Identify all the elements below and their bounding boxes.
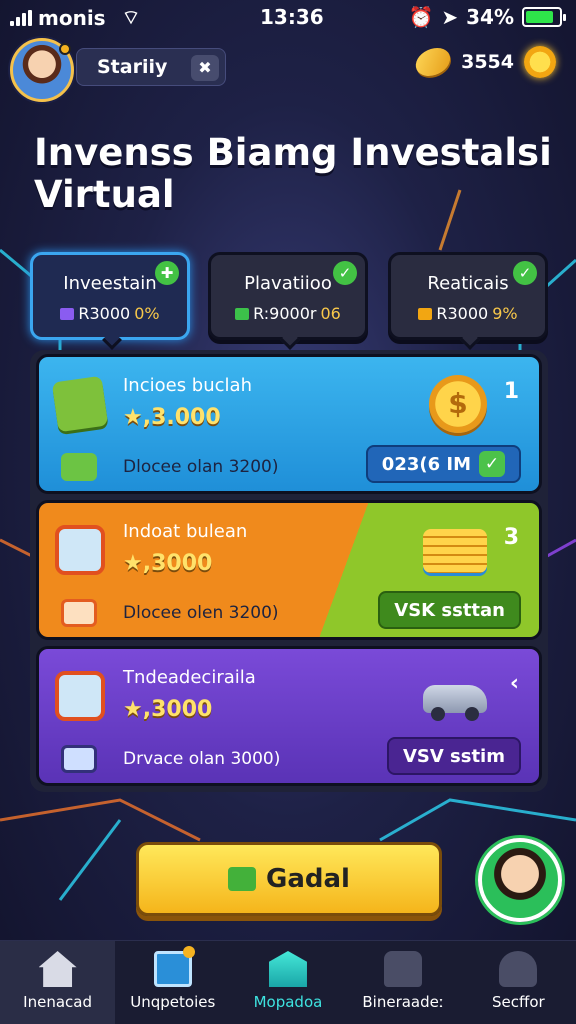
card-name: Indoat bulean <box>123 521 248 542</box>
gadal-button[interactable]: Gadal <box>136 842 442 916</box>
card-rank: 1 <box>503 379 519 404</box>
investment-card[interactable]: Indoat bulean ★,3000 Dlocee olen 3200) 3… <box>36 500 542 640</box>
battery-fill <box>526 11 554 23</box>
card-rank: 3 <box>503 525 519 550</box>
card-action-button[interactable]: VSV sstim <box>386 737 521 775</box>
tab-mini-icon <box>60 307 75 320</box>
watch-icon <box>55 671 105 721</box>
assistant-avatar[interactable] <box>478 838 562 922</box>
battery-percent: 34% <box>466 5 514 29</box>
action-label: 023(6 IM <box>381 453 471 475</box>
wifi-icon: ⌔ <box>121 5 141 29</box>
card-description: Dlocee olan 3200) <box>123 457 279 477</box>
tab-pointer <box>280 330 300 350</box>
tab-reaticais[interactable]: ✓ Reaticais R3000 9% <box>388 252 548 350</box>
nav-label: Unqpetoies <box>130 993 216 1011</box>
close-icon[interactable]: ✖ <box>191 55 219 81</box>
tab-percent: 9% <box>492 304 518 323</box>
card-rating: ★,3.000 <box>123 405 221 430</box>
page-title: Invenss Biamg Investalsi Virtual <box>34 131 552 216</box>
tab-mini-icon <box>235 307 250 320</box>
card-description: Drvace olan 3000) <box>123 749 281 769</box>
coin-count: 3554 <box>461 51 514 73</box>
user-icon <box>499 951 538 987</box>
avatar[interactable] <box>10 38 74 102</box>
check-badge-icon: ✓ <box>333 261 357 285</box>
username-pill[interactable]: Stariiy ✖ <box>76 48 226 86</box>
profile-header: Stariiy ✖ 3554 <box>10 38 566 102</box>
tab-value: R3000 9% <box>391 304 545 323</box>
alarm-icon: ⏰ <box>408 5 434 29</box>
location-icon: ➤ <box>441 5 459 29</box>
tab-pointer <box>460 330 480 350</box>
tab-value: R3000 0% <box>33 304 187 323</box>
nav-item-profile[interactable]: Secffor <box>461 941 576 1024</box>
coin-balance[interactable]: 3554 <box>411 42 556 82</box>
hub-icon <box>268 951 307 987</box>
nav-label: Mopadoa <box>253 993 323 1011</box>
tab-value: R:9000r 06 <box>211 304 365 323</box>
status-right: ⏰ ➤ 34% <box>408 5 566 29</box>
nav-item-lock[interactable]: Bineraadeː <box>346 941 461 1024</box>
notification-dot <box>182 946 195 958</box>
status-bar: monis ⌔ 13:36 ⏰ ➤ 34% <box>0 0 576 32</box>
category-tabs: ✚ Inveestain R3000 0% ✓ Plavatiioo R:9000… <box>30 252 550 350</box>
plus-badge-icon: ✚ <box>155 261 179 285</box>
sun-badge-icon[interactable] <box>524 46 556 78</box>
investment-card[interactable]: Tndeadeciraila ★,3000 Drvace olan 3000) … <box>36 646 542 786</box>
username: Stariiy <box>97 56 168 78</box>
carrier-name: monis <box>38 5 106 30</box>
coin-icon <box>411 42 455 82</box>
tab-amount: R:9000r <box>253 304 317 323</box>
card-name: Incioes buclah <box>123 375 252 396</box>
tab-percent: 0% <box>134 304 160 323</box>
notification-dot <box>59 43 71 55</box>
cta-label: Gadal <box>266 864 350 894</box>
coin-stack-icon <box>423 529 487 573</box>
check-badge-icon: ✓ <box>513 261 537 285</box>
ticket-icon <box>61 599 97 627</box>
carrier-group: monis ⌔ <box>10 5 140 30</box>
nav-item-hub[interactable]: Mopadoa <box>230 941 345 1024</box>
card-action-button[interactable]: VSK ssttan <box>378 591 521 629</box>
investment-card[interactable]: Incioes buclah ★,3.000 Dlocee olan 3200)… <box>36 354 542 494</box>
leaf-icon <box>228 867 257 891</box>
tab-amount: R3000 <box>78 304 131 323</box>
card-action-button[interactable]: 023(6 IM ✓ <box>365 445 521 483</box>
tab-inveestain[interactable]: ✚ Inveestain R3000 0% <box>30 252 190 350</box>
nav-item-messages[interactable]: Unqpetoies <box>115 941 230 1024</box>
crate-icon <box>51 375 109 433</box>
nav-label: Bineraadeː <box>362 993 444 1011</box>
nav-label: Inenacad <box>23 993 92 1011</box>
status-time: 13:36 <box>260 5 324 29</box>
tab-mini-icon <box>418 307 433 320</box>
watch-icon <box>55 525 105 575</box>
investment-list: Incioes buclah ★,3.000 Dlocee olan 3200)… <box>30 350 548 792</box>
car-icon <box>423 685 487 721</box>
tab-percent: 06 <box>320 304 341 323</box>
card-rating: ★,3000 <box>123 697 213 722</box>
mail-icon <box>153 946 195 987</box>
bottom-navigation: Inenacad Unqpetoies Mopadoa Bineraadeː S… <box>0 940 576 1024</box>
home-icon <box>38 951 77 987</box>
nav-label: Secffor <box>492 993 545 1011</box>
tab-pointer <box>102 330 122 350</box>
card-name: Tndeadeciraila <box>123 667 256 688</box>
store-icon <box>61 453 97 481</box>
card-description: Dlocee olen 3200) <box>123 603 279 623</box>
card-rating: ★,3000 <box>123 551 213 576</box>
dollar-coin-icon: $ <box>429 375 487 433</box>
check-icon: ✓ <box>479 451 505 477</box>
nav-item-home[interactable]: Inenacad <box>0 941 116 1024</box>
battery-icon <box>522 7 566 27</box>
signal-icon <box>10 9 32 26</box>
chevron-left-icon[interactable]: ‹ <box>510 671 519 696</box>
id-card-icon <box>61 745 97 773</box>
tab-plavatiioo[interactable]: ✓ Plavatiioo R:9000r 06 <box>208 252 368 350</box>
tab-amount: R3000 <box>436 304 489 323</box>
lock-icon <box>384 951 423 987</box>
